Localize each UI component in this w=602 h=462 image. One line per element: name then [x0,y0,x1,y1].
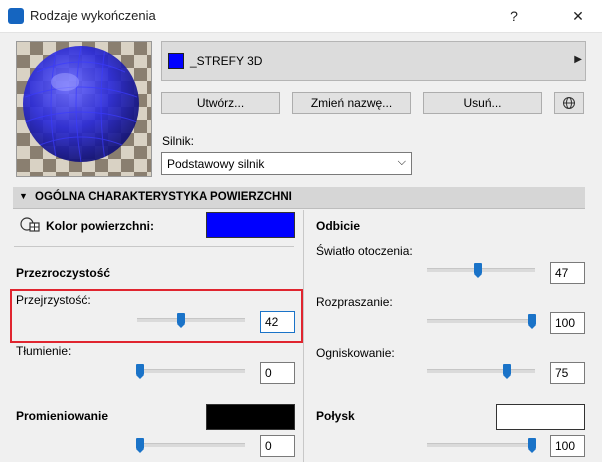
app-icon [8,8,24,24]
diffuse-input[interactable]: 100 [550,312,585,334]
specular-label: Ogniskowanie: [316,346,395,360]
gloss-label: Połysk [316,409,355,423]
highlight-box [10,289,303,343]
section-title: OGÓLNA CHARAKTERYSTYKA POWIERZCHNI [35,191,292,203]
globe-icon [563,97,575,109]
chevron-down-icon: ⌵ [397,156,406,168]
rename-button[interactable]: Zmień nazwę... [292,92,411,114]
section-header[interactable]: ▼ OGÓLNA CHARAKTERYSTYKA POWIERZCHNI [13,187,585,209]
globe-button[interactable] [554,92,584,114]
emission-input[interactable]: 0 [260,435,295,457]
divider [14,246,294,247]
help-button[interactable]: ? [504,6,524,26]
material-swatch [168,53,184,69]
damping-value: 0 [265,366,272,380]
damping-slider-thumb[interactable] [136,364,144,379]
ambient-input[interactable]: 47 [550,262,585,284]
damping-input[interactable]: 0 [260,362,295,384]
column-divider [303,210,304,462]
collapse-triangle-icon: ▼ [19,191,28,201]
material-preview [16,41,152,177]
emission-slider-track[interactable] [137,443,245,447]
specular-value: 75 [555,366,569,380]
diffuse-slider-track[interactable] [427,319,535,323]
damping-slider-track[interactable] [137,369,245,373]
title-bar: Rodzaje wykończenia ? ✕ [0,0,602,33]
emission-value: 0 [265,439,272,453]
engine-label: Silnik: [162,134,195,148]
create-button[interactable]: Utwórz... [161,92,280,114]
material-name: _STREFY 3D [190,54,263,68]
gloss-value: 100 [555,439,576,453]
ambient-slider-thumb[interactable] [474,263,482,278]
specular-input[interactable]: 75 [550,362,585,384]
diffuse-value: 100 [555,316,576,330]
gloss-color-swatch[interactable] [496,404,585,430]
gloss-slider-thumb[interactable] [528,438,536,453]
material-selector[interactable]: _STREFY 3D ▶ [161,41,586,81]
reflection-header: Odbicie [316,219,361,233]
emission-label: Promieniowanie [16,409,109,423]
emission-color-swatch[interactable] [206,404,295,430]
surface-color-label: Kolor powierzchni: [46,219,154,233]
specular-slider-track[interactable] [427,369,535,373]
damping-label: Tłumienie: [16,344,72,358]
emission-slider-thumb[interactable] [136,438,144,453]
close-button[interactable]: ✕ [568,6,588,26]
engine-value: Podstawowy silnik [167,157,265,171]
ambient-label: Światło otoczenia: [316,244,413,258]
gloss-input[interactable]: 100 [550,435,585,457]
surface-color-icon [20,217,40,232]
diffuse-slider-thumb[interactable] [528,314,536,329]
transparency-header: Przezroczystość [16,266,111,280]
diffuse-label: Rozpraszanie: [316,295,393,309]
surface-color-swatch[interactable] [206,212,295,238]
engine-select[interactable]: Podstawowy silnik ⌵ [161,152,412,175]
gloss-slider-track[interactable] [427,443,535,447]
delete-button[interactable]: Usuń... [423,92,542,114]
chevron-right-icon: ▶ [574,54,582,65]
specular-slider-thumb[interactable] [503,364,511,379]
window-title: Rodzaje wykończenia [30,8,156,23]
ambient-value: 47 [555,266,569,280]
